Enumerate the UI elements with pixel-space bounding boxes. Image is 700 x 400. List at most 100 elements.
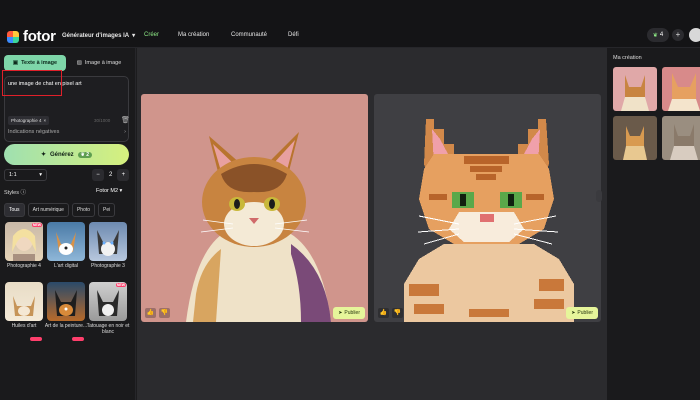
text-icon: ▣ (12, 60, 19, 66)
tab-label: Texte à image (21, 60, 58, 66)
leaf-icon: ❦ (652, 32, 658, 39)
negative-prompts-toggle[interactable]: Indications négatives › (8, 129, 126, 135)
nav-ai-image-generator[interactable]: Générateur d'images IA ▾ (62, 32, 135, 39)
model-label: Fotor M2 (96, 188, 119, 194)
style-tile-painting-art[interactable] (47, 282, 85, 321)
bw-dog-thumbnail (97, 290, 119, 316)
tab-text-to-image[interactable]: ▣ Texte à image (4, 55, 66, 71)
my-creations-panel: Ma création (607, 48, 700, 400)
generate-label: Générez (49, 151, 74, 158)
tab-image-to-image[interactable]: ▨ Image à image (68, 55, 130, 71)
new-badge: NEW (31, 223, 42, 227)
style-tile-label: Tatouage en noir et blanc (86, 323, 130, 335)
nav-community[interactable]: Communauté (231, 32, 267, 38)
cat-thumbnail (668, 73, 700, 111)
thumbs-down-icon[interactable]: 👎 (392, 308, 403, 318)
new-badge: NEW (115, 283, 126, 287)
nav-my-creations[interactable]: Ma création (178, 32, 209, 38)
cat-thumbnail (621, 75, 649, 111)
logo[interactable]: fotor (7, 28, 56, 45)
logo-text: fotor (23, 28, 56, 45)
generator-panel: ▣ Texte à image ▨ Image à image une image … (0, 48, 136, 400)
credits-badge[interactable]: ❦ 4 (647, 28, 669, 42)
info-icon: ⓘ (20, 190, 27, 196)
style-tile-digital-art[interactable] (47, 222, 85, 261)
credits-count: 4 (659, 32, 664, 38)
styles-heading: Styles ⓘ (4, 188, 26, 196)
add-credits-button[interactable]: + (672, 29, 684, 41)
chip-label: Photographie 4 (11, 118, 42, 123)
char-counter: 30/1000 (94, 118, 111, 123)
chevron-down-icon: ▾ (132, 33, 136, 39)
nav-label: Générateur d'images IA (62, 33, 130, 39)
result-image-1[interactable]: 👍 👎 ➤ Publier (141, 94, 368, 322)
nav-create[interactable]: Créer (144, 32, 159, 38)
thumbs-down-icon[interactable]: 👎 (159, 308, 170, 318)
thumbs-up-icon[interactable]: 👍 (145, 308, 156, 318)
style-pill-painting[interactable]: Pei (98, 203, 116, 217)
collapse-panel-handle[interactable] (596, 190, 602, 202)
close-icon[interactable]: × (44, 118, 47, 123)
top-bar: fotor Générateur d'images IA ▾ Créer Ma c… (0, 0, 700, 48)
result-canvas: 👍 👎 ➤ Publier 👍 👎 ➤ Publier (137, 48, 607, 400)
count-value: 2 (109, 172, 113, 178)
publish-button[interactable]: ➤ Publier (333, 307, 365, 319)
style-pill-digital-art[interactable]: Art numérique (27, 203, 69, 217)
tab-label: Image à image (84, 60, 122, 66)
style-tile-photography-3[interactable] (89, 222, 127, 261)
pro-marker (30, 337, 42, 341)
creation-thumbnail[interactable] (613, 116, 657, 160)
fotor-logo-icon (7, 30, 19, 43)
creation-thumbnail[interactable] (662, 116, 700, 160)
magic-wand-icon: ✦ (40, 152, 46, 158)
cat-thumbnail (670, 124, 698, 160)
style-chip[interactable]: Photographie 4 × (8, 116, 50, 125)
avatar[interactable] (689, 28, 700, 42)
nav-challenge[interactable]: Défi (288, 32, 299, 38)
my-creations-title: Ma création (613, 55, 642, 61)
aspect-ratio-select[interactable]: 1:1 ▾ (4, 169, 47, 181)
style-tile-label: L'art digital (53, 263, 79, 269)
feedback-buttons: 👍 👎 (378, 308, 403, 318)
result-image-2[interactable]: 👍 👎 ➤ Publier (374, 94, 601, 322)
thumbs-up-icon[interactable]: 👍 (378, 308, 389, 318)
chevron-down-icon: ▾ (119, 188, 123, 194)
style-tile-label: Photographie 3 (91, 263, 125, 269)
publish-button[interactable]: ➤ Publier (566, 307, 598, 319)
husky-thumbnail (97, 230, 119, 256)
cost-value: 2 (86, 151, 90, 158)
style-tile-label: Art de la peinture... (44, 323, 88, 329)
generate-button[interactable]: ✦ Générez ❦ 2 (4, 144, 129, 165)
style-filter-pills: Tous Art numérique Photo Pei (4, 203, 116, 217)
decrement-button[interactable]: − (92, 169, 104, 181)
send-icon: ➤ (338, 310, 343, 316)
negative-label: Indications négatives (8, 129, 60, 135)
publish-label: Publier (344, 310, 360, 316)
fotor-app: fotor Générateur d'images IA ▾ Créer Ma c… (0, 0, 700, 400)
model-select[interactable]: Fotor M2 ▾ (96, 188, 122, 194)
painted-dog-thumbnail (55, 290, 77, 316)
puppy-thumbnail (13, 296, 35, 316)
ratio-value: 1:1 (9, 172, 17, 178)
style-tile-label: Huiles d'art (11, 323, 37, 329)
trash-icon[interactable]: 🗑 (121, 116, 130, 124)
creation-thumbnail[interactable] (662, 67, 700, 111)
style-tile-label: Photographie 4 (7, 263, 41, 269)
style-tile-tattoo[interactable]: NEW (89, 282, 127, 321)
style-tile-photography-4[interactable]: NEW (5, 222, 43, 261)
publish-label: Publier (577, 310, 593, 316)
style-pill-photo[interactable]: Photo (71, 203, 96, 217)
style-pill-all[interactable]: Tous (4, 203, 25, 217)
creation-thumbnail[interactable] (613, 67, 657, 111)
image-count-stepper: − 2 + (92, 169, 130, 181)
chevron-down-icon: ▾ (39, 172, 42, 178)
send-icon: ➤ (571, 310, 576, 316)
pixel-cat-image (404, 119, 574, 322)
increment-button[interactable]: + (117, 169, 130, 181)
portrait-thumbnail (12, 229, 36, 261)
style-tile-oil-art[interactable] (5, 282, 43, 321)
generate-cost: ❦ 2 (77, 151, 93, 158)
dog-thumbnail (56, 232, 76, 255)
feedback-buttons: 👍 👎 (145, 308, 170, 318)
pro-marker (72, 337, 84, 341)
